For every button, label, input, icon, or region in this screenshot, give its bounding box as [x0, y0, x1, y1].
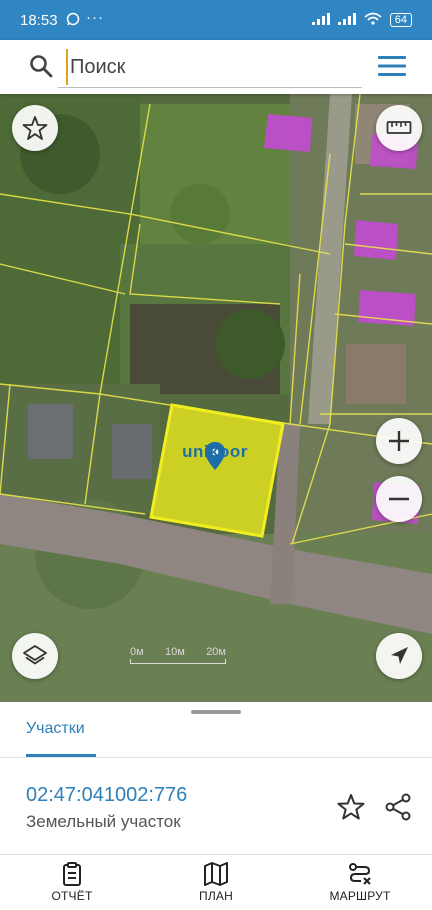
share-icon: [385, 793, 411, 821]
scale-label-20: 20м: [206, 646, 226, 658]
wifi-icon: [364, 12, 382, 28]
battery-icon: 64: [389, 13, 412, 27]
share-button[interactable]: [381, 790, 415, 824]
search-input[interactable]: [66, 49, 356, 85]
nav-report-label: ОТЧЁТ: [51, 889, 93, 903]
minus-icon: [389, 497, 409, 501]
layers-button[interactable]: [12, 633, 58, 679]
logo-text: unikoor: [182, 442, 248, 461]
map-view[interactable]: unikoor 0м 10м 20м: [0, 94, 432, 702]
whatsapp-icon: [66, 12, 80, 29]
favorite-parcel-button[interactable]: [334, 790, 368, 824]
satellite-map: [0, 94, 432, 702]
ruler-button[interactable]: [376, 105, 422, 151]
my-location-button[interactable]: [376, 633, 422, 679]
nav-plan[interactable]: ПЛАН: [144, 855, 288, 910]
search-underline: [58, 87, 362, 88]
scale-label-0: 0м: [130, 646, 144, 658]
selected-parcel: [149, 403, 285, 538]
nav-route-label: МАРШРУТ: [329, 889, 391, 903]
search-bar: [0, 40, 432, 94]
navigation-arrow-icon: [391, 647, 408, 664]
bottom-navigation: ОТЧЁТ ПЛАН МАРШРУТ: [0, 855, 432, 910]
ruler-icon: [386, 121, 412, 134]
route-icon: [349, 863, 371, 885]
parcel-type: Земельный участок: [26, 812, 181, 831]
tab-parcels[interactable]: Участки: [26, 720, 85, 738]
unikoor-logo: unikoor: [180, 442, 250, 462]
scale-label-10: 10м: [165, 646, 185, 658]
sheet-drag-handle[interactable]: [191, 710, 241, 714]
star-icon: [337, 794, 365, 820]
favorites-button[interactable]: [12, 105, 58, 151]
bottom-sheet: Участки 02:47:041002:776 Земельный участ…: [0, 702, 432, 910]
nav-plan-label: ПЛАН: [199, 889, 233, 903]
star-icon: [22, 116, 48, 140]
map-icon: [204, 862, 228, 886]
status-bar: 18:53 ··· 64: [0, 0, 432, 40]
tab-divider: [0, 757, 432, 758]
menu-icon[interactable]: [378, 55, 406, 77]
nav-report[interactable]: ОТЧЁТ: [0, 855, 144, 910]
signal-2-icon: [337, 12, 356, 28]
zoom-out-button[interactable]: [376, 476, 422, 522]
zoom-in-button[interactable]: [376, 418, 422, 464]
map-scale: 0м 10м 20м: [130, 646, 226, 664]
layers-icon: [23, 645, 47, 665]
nav-route[interactable]: МАРШРУТ: [288, 855, 432, 910]
parcel-cadastral-number[interactable]: 02:47:041002:776: [26, 784, 187, 807]
status-time: 18:53: [20, 12, 58, 29]
clipboard-icon: [63, 862, 81, 886]
more-notifications-icon: ···: [86, 9, 104, 26]
signal-icon: [311, 12, 330, 28]
search-icon[interactable]: [28, 53, 54, 79]
plus-icon: [389, 431, 409, 451]
